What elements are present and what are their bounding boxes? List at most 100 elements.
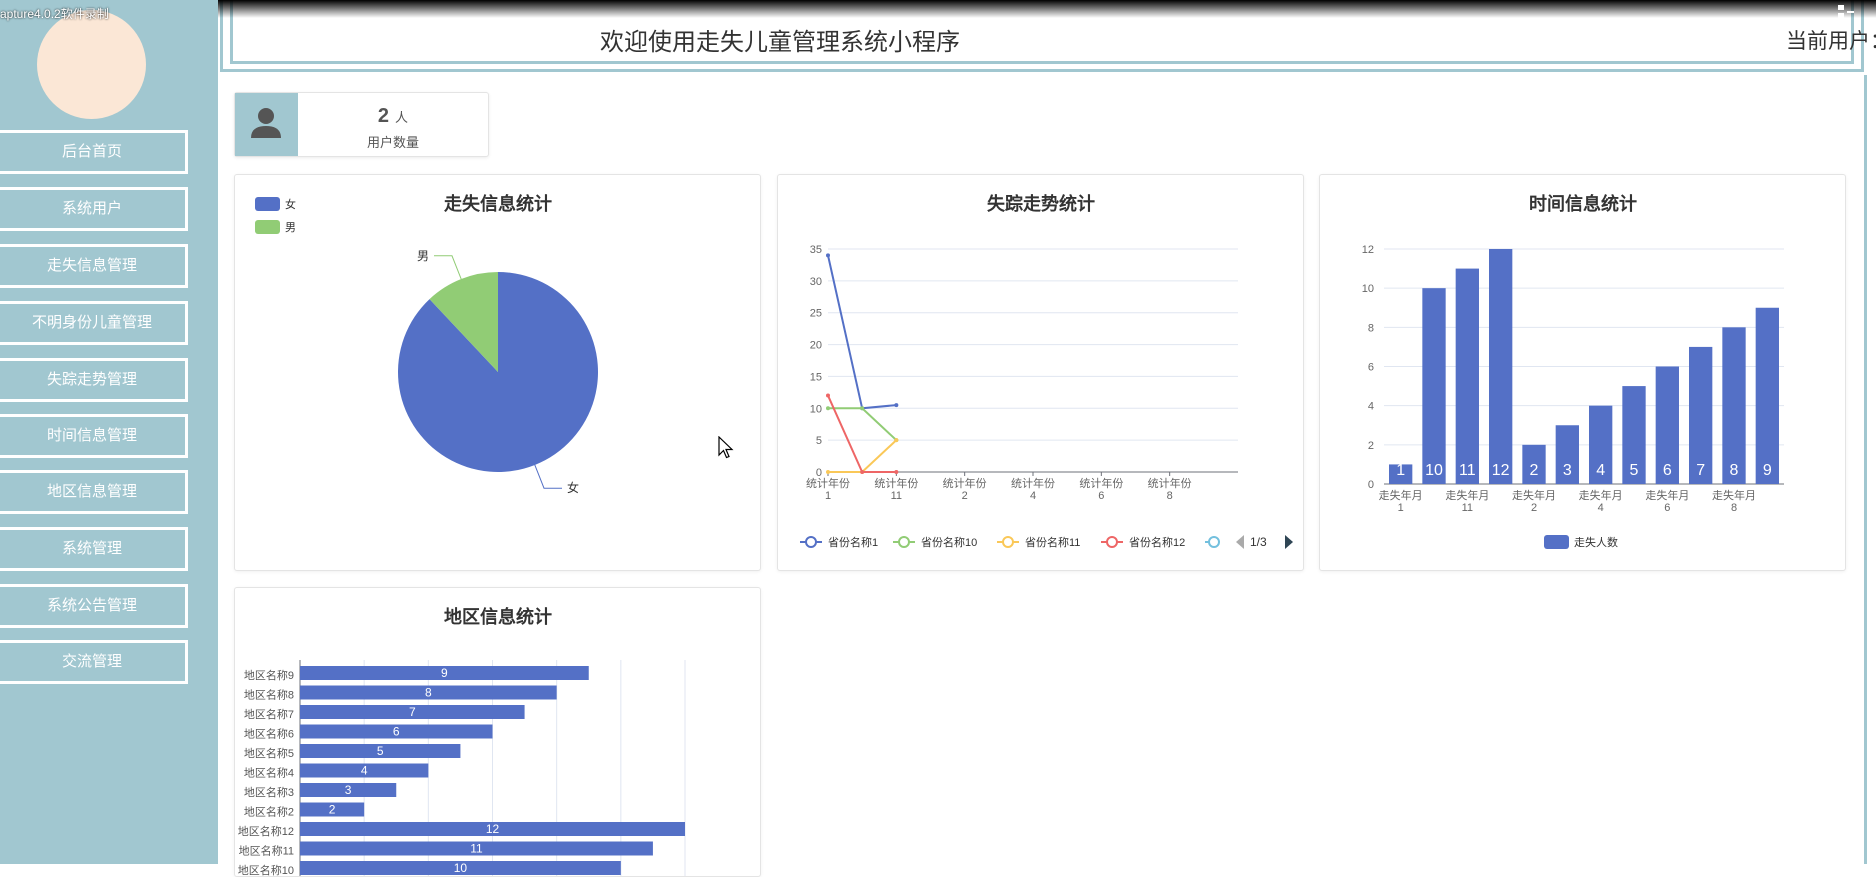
x-tick-label-number: 8 — [1731, 502, 1737, 514]
x-tick-label: 统计年份 — [1079, 476, 1123, 490]
y-tick-label: 6 — [1368, 362, 1374, 374]
avatar[interactable] — [37, 10, 146, 119]
legend-label: 省份名称10 — [921, 535, 977, 549]
legend-label: 走失人数 — [1574, 536, 1618, 549]
chart-title: 走失信息统计 — [444, 193, 552, 214]
legend-marker — [1106, 536, 1118, 548]
legend-marker — [1002, 536, 1014, 548]
fullscreen-icon[interactable] — [1838, 5, 1854, 19]
legend-marker — [1208, 536, 1220, 548]
y-tick-label: 10 — [810, 403, 822, 415]
y-tick-label: 35 — [810, 244, 822, 256]
mouse-cursor-icon — [718, 436, 734, 459]
x-tick-label: 统计年份 — [1148, 476, 1192, 490]
time-info-chart-card: 时间信息统计 0 2 4 6 8 10 12 走失年月 1 走失年月 11 走失年月 2 走失年月 4 走失年… — [1319, 174, 1846, 571]
x-tick-label-number: 4 — [1598, 502, 1604, 514]
bar-value-label: 8 — [1730, 462, 1739, 479]
bar-value-label: 2 — [329, 803, 336, 817]
y-tick-label: 地区名称5 — [244, 746, 294, 760]
sidebar-item-region-info[interactable]: 地区信息管理 — [0, 470, 188, 514]
sidebar-item-time-info[interactable]: 时间信息管理 — [0, 414, 188, 458]
y-tick-label: 25 — [810, 308, 822, 320]
series-line — [828, 439, 898, 473]
bar-value-label: 9 — [1763, 462, 1772, 479]
user-count-card: 2人 用户数量 — [234, 92, 489, 157]
y-tick-label: 地区名称11 — [239, 844, 294, 858]
page-title: 欢迎使用走失儿童管理系统小程序 — [600, 29, 960, 56]
x-tick-label-number: 6 — [1664, 502, 1670, 514]
user-count-unit: 人 — [395, 110, 409, 125]
x-tick-label-number: 6 — [1098, 490, 1104, 502]
x-tick-label-number: 4 — [1030, 490, 1036, 502]
missing-trend-chart: 失踪走势统计 05101520253035统计年份1统计年份11统计年份2统计年… — [800, 193, 1293, 549]
x-tick-label: 统计年份 — [874, 476, 918, 490]
missing-info-chart: 走失信息统计 女男 女男 — [255, 193, 598, 495]
x-tick-label: 统计年份 — [1011, 476, 1055, 490]
legend-label: 省份名称1 — [828, 535, 878, 549]
x-tick-label: 走失年月 — [1645, 488, 1689, 502]
y-tick-label: 地区名称6 — [244, 727, 294, 741]
sidebar-item-unidentified-children[interactable]: 不明身份儿童管理 — [0, 301, 188, 345]
y-tick-label: 地区名称10 — [238, 863, 294, 877]
x-tick-label-number: 2 — [962, 490, 968, 502]
legend-marker — [898, 536, 910, 548]
bar-value-label: 5 — [377, 744, 384, 758]
stat-value-row: 2人 — [298, 105, 488, 128]
series-point — [826, 470, 830, 474]
sidebar-item-dashboard[interactable]: 后台首页 — [0, 130, 188, 174]
bar-value-label: 6 — [393, 725, 400, 739]
x-tick-label-number: 11 — [1462, 502, 1473, 514]
current-user-label: 当前用户：admin — [1786, 30, 1876, 53]
bar-value-label: 1 — [1396, 462, 1405, 479]
sidebar-item-communication[interactable]: 交流管理 — [0, 640, 188, 684]
bar-value-label: 12 — [1492, 462, 1510, 479]
legend-label: 男 — [285, 222, 296, 234]
recorder-top-shadow — [218, 0, 1876, 18]
y-tick-label: 地区名称9 — [244, 668, 294, 682]
y-tick-label: 地区名称7 — [244, 707, 294, 721]
bar — [1422, 288, 1446, 484]
bar-value-label: 4 — [361, 764, 368, 778]
sidebar-item-announcements[interactable]: 系统公告管理 — [0, 584, 188, 628]
y-tick-label: 4 — [1368, 401, 1374, 413]
recorder-label: apture4.0.2软件录制 — [0, 7, 109, 21]
bar-value-label: 3 — [345, 783, 352, 797]
bar — [1722, 327, 1746, 484]
x-tick-label: 走失年月 — [1579, 488, 1623, 502]
stat-icon-box — [235, 93, 298, 156]
legend-next-icon — [1285, 535, 1293, 549]
content-right-border — [1864, 75, 1867, 864]
x-tick-label: 走失年月 — [1712, 488, 1756, 502]
bar — [1455, 268, 1479, 484]
bar-value-label: 3 — [1563, 462, 1572, 479]
legend-prev-icon — [1236, 535, 1244, 549]
user-count-value: 2 — [377, 105, 390, 127]
sidebar-item-system-management[interactable]: 系统管理 — [0, 527, 188, 571]
series-point — [894, 438, 899, 443]
y-tick-label: 地区名称12 — [238, 824, 294, 838]
y-tick-label: 15 — [810, 371, 822, 383]
series-point — [860, 406, 865, 411]
bar — [1489, 249, 1513, 484]
user-icon — [251, 108, 281, 138]
bar-value-label: 4 — [1596, 462, 1605, 479]
x-tick-label-number: 11 — [891, 490, 902, 502]
sidebar-item-missing-info[interactable]: 走失信息管理 — [0, 244, 188, 288]
y-tick-label: 5 — [816, 435, 822, 447]
y-tick-label: 8 — [1368, 322, 1374, 334]
x-tick-label: 走失年月 — [1379, 488, 1423, 502]
bar-value-label: 7 — [409, 705, 416, 719]
x-tick-label-number: 1 — [825, 490, 831, 502]
bar-value-label: 12 — [486, 822, 500, 836]
time-info-chart: 时间信息统计 024681012走失年月1走失年月11走失年月2走失年月4走失年… — [1362, 193, 1784, 549]
bar-value-label: 7 — [1696, 462, 1705, 479]
sidebar-item-system-users[interactable]: 系统用户 — [0, 187, 188, 231]
pie-label: 男 — [417, 249, 429, 263]
series-point — [894, 470, 899, 474]
sidebar-item-missing-trend[interactable]: 失踪走势管理 — [0, 358, 188, 402]
y-tick-label: 地区名称2 — [244, 805, 294, 819]
legend-page: 1/3 — [1250, 535, 1267, 549]
series-point — [826, 253, 830, 258]
bar-value-label: 11 — [470, 842, 483, 856]
y-tick-label: 20 — [810, 340, 822, 352]
